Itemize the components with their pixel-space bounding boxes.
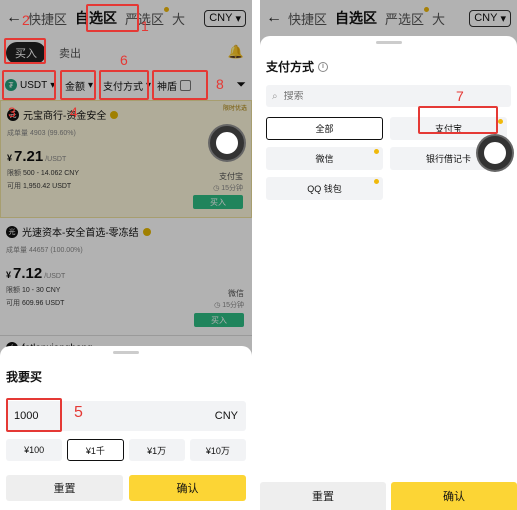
annotation-number: 6 <box>120 52 128 68</box>
sheet-title: 我要买 <box>6 370 43 384</box>
annotation-number: 8 <box>216 76 224 92</box>
payment-method-sheet: 支付方式 i ⌕ 全部 支付宝 微信 银行借记卡 QQ 钱包 重置 确认 <box>260 36 517 510</box>
left-screen: ← 快捷区 自选区 严选区 大 CNY ▾ 买入 卖出 🔔 ₮ USDT ▾ 金额… <box>0 0 252 510</box>
option-alipay-label: 支付宝 <box>434 124 462 134</box>
sheet-title-label: 支付方式 <box>266 60 315 74</box>
option-qq-wallet-label: QQ 钱包 <box>307 184 342 194</box>
info-icon[interactable]: i <box>318 61 329 72</box>
sheet-title: 支付方式 i <box>260 44 517 75</box>
annotation-number: 2 <box>22 12 30 28</box>
quick-amount-100[interactable]: ¥100 <box>6 439 63 461</box>
quick-amounts: ¥100 ¥1千 ¥1万 ¥10万 <box>6 439 246 461</box>
reset-button[interactable]: 重置 <box>6 475 123 501</box>
payment-options: 全部 支付宝 微信 银行借记卡 QQ 钱包 <box>266 107 511 217</box>
preferred-dot-icon <box>374 149 379 154</box>
amount-input[interactable]: 1000 CNY <box>6 401 246 431</box>
confirm-button[interactable]: 确认 <box>129 475 246 501</box>
search-input[interactable] <box>283 90 434 102</box>
quick-amount-1k[interactable]: ¥1千 <box>67 439 124 461</box>
preferred-dot-icon <box>374 179 379 184</box>
annotation-number: 3 <box>8 104 16 120</box>
option-wechat-label: 微信 <box>315 154 334 164</box>
option-bank-card-label: 银行借记卡 <box>425 154 471 164</box>
option-qq-wallet[interactable]: QQ 钱包 <box>266 177 383 200</box>
amount-value: 1000 <box>14 410 39 422</box>
sheet-actions: 重置 确认 <box>260 482 517 510</box>
touch-indicator <box>210 126 244 160</box>
quick-amount-10k[interactable]: ¥1万 <box>128 439 185 461</box>
preferred-dot-icon <box>498 119 503 124</box>
option-wechat[interactable]: 微信 <box>266 147 383 170</box>
confirm-button[interactable]: 确认 <box>391 482 517 510</box>
touch-indicator <box>478 136 512 170</box>
quick-amount-100k[interactable]: ¥10万 <box>189 439 246 461</box>
right-screen: ← 快捷区 自选区 严选区 大 CNY▾ 支付方式 i ⌕ 全部 支付宝 微信 … <box>260 0 517 510</box>
amount-unit: CNY <box>214 410 238 422</box>
option-all[interactable]: 全部 <box>266 117 383 140</box>
search-icon: ⌕ <box>272 90 278 102</box>
sheet-actions: 重置 确认 <box>6 475 246 501</box>
annotation-number: 5 <box>74 404 83 421</box>
panel-divider <box>252 0 260 510</box>
annotation-number: 1 <box>141 18 149 34</box>
payment-search[interactable]: ⌕ <box>266 85 511 107</box>
annotation-number: 4 <box>70 104 78 120</box>
reset-button[interactable]: 重置 <box>260 482 386 510</box>
amount-sheet: 我要买 1000 CNY ¥100 ¥1千 ¥1万 ¥10万 重置 确认 <box>0 346 252 510</box>
annotation-number: 7 <box>456 88 464 104</box>
